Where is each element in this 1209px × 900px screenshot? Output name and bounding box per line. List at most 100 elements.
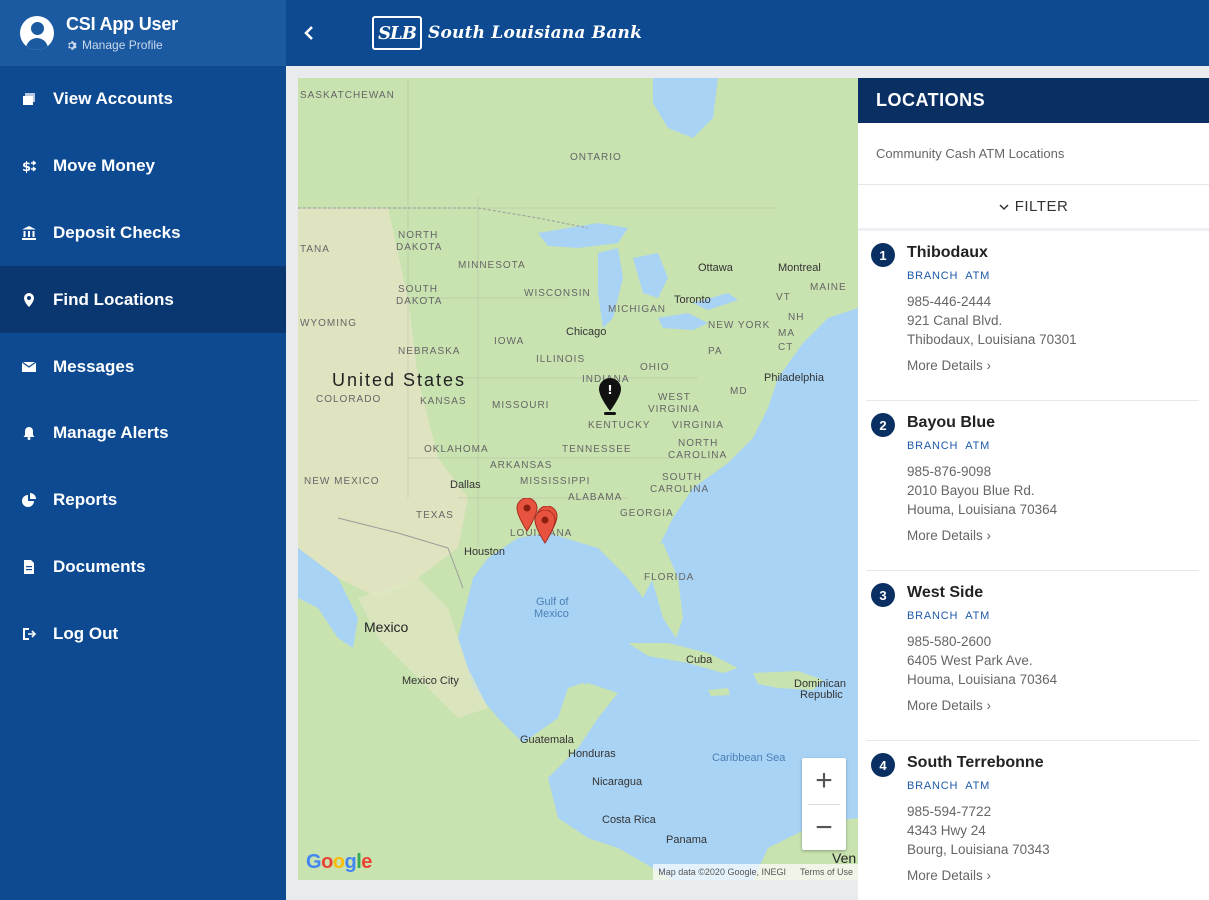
location-name: Thibodaux <box>907 244 988 261</box>
map-label-south-dakota-2: DAKOTA <box>396 296 443 307</box>
location-phone[interactable]: 985-876-9098 <box>907 462 1209 481</box>
location-tags: BRANCH ATM <box>907 270 1209 282</box>
sidebar-item-manage-alerts[interactable]: Manage Alerts <box>0 400 286 467</box>
map-label-alabama: ALABAMA <box>568 492 623 503</box>
map-attribution: Map data ©2020 Google, INEGI Terms of Us… <box>653 864 858 880</box>
profile-name: CSI App User <box>66 14 178 34</box>
map-zoom-control: + − <box>802 758 846 850</box>
location-tag: BRANCH <box>907 780 959 792</box>
location-tags: BRANCH ATM <box>907 440 1209 452</box>
map-city-toronto: Toronto <box>674 294 711 306</box>
profile-header[interactable]: CSI App User Manage Profile <box>0 0 286 66</box>
chevron-right-icon: › <box>986 698 992 713</box>
bell-icon <box>22 425 36 441</box>
location-name: South Terrebonne <box>907 754 1044 771</box>
sidebar-item-label: Move Money <box>53 156 156 176</box>
map-label-oklahoma: OKLAHOMA <box>424 444 489 455</box>
bank-icon <box>22 225 36 241</box>
location-phone[interactable]: 985-446-2444 <box>907 292 1209 311</box>
location-number: 1 <box>871 243 895 267</box>
location-name: Bayou Blue <box>907 414 996 431</box>
map-label-md: MD <box>730 386 748 397</box>
location-address-line2: Thibodaux, Louisiana 70301 <box>907 332 1077 347</box>
chevron-right-icon: › <box>986 868 992 883</box>
map-label-wyoming: WYOMING <box>300 318 357 329</box>
more-details-link[interactable]: More Details › <box>907 358 1209 373</box>
sidebar-item-move-money[interactable]: $ Move Money <box>0 133 286 200</box>
map-label-west-virginia-2: VIRGINIA <box>648 404 700 415</box>
map-city-dallas: Dallas <box>450 479 481 491</box>
location-tag: BRANCH <box>907 440 959 452</box>
map-label-costa-rica: Costa Rica <box>602 814 656 826</box>
location-marker-3-icon[interactable] <box>534 510 556 544</box>
sidebar-item-reports[interactable]: Reports <box>0 467 286 534</box>
map-label-vt: VT <box>776 292 791 303</box>
back-button[interactable] <box>286 0 332 66</box>
map[interactable]: SASKATCHEWAN ONTARIO TANA NORTH DAKOTA M… <box>298 78 858 880</box>
map-label-wisconsin: WISCONSIN <box>524 288 591 299</box>
sidebar-item-view-accounts[interactable]: View Accounts <box>0 66 286 133</box>
google-logo-letter: g <box>344 851 357 873</box>
bank-name: South Louisiana Bank <box>428 23 643 43</box>
sidebar-item-deposit-checks[interactable]: Deposit Checks <box>0 200 286 267</box>
map-label-ontario: ONTARIO <box>570 152 622 163</box>
more-details-link[interactable]: More Details › <box>907 698 1209 713</box>
more-details-label: More Details <box>907 358 983 373</box>
sidebar-item-label: Manage Alerts <box>53 423 169 443</box>
location-item[interactable]: 1 Thibodaux BRANCH ATM 985-446-2444 921 C… <box>858 231 1209 401</box>
bank-logo: SLB South Louisiana Bank <box>372 16 642 50</box>
envelope-icon <box>22 359 36 375</box>
chevron-left-icon <box>304 26 313 40</box>
sidebar-item-label: View Accounts <box>53 89 173 109</box>
map-label-florida: FLORIDA <box>644 572 695 583</box>
map-label-kentucky: KENTUCKY <box>588 420 651 431</box>
map-label-cuba: Cuba <box>686 654 713 666</box>
map-label-new-mexico: NEW MEXICO <box>304 476 380 487</box>
sidebar-item-documents[interactable]: Documents <box>0 534 286 601</box>
locations-panel: LOCATIONS Community Cash ATM Locations F… <box>858 78 1209 900</box>
svg-text:$: $ <box>22 160 31 173</box>
chevron-down-icon <box>999 203 1009 210</box>
filter-button[interactable]: FILTER <box>858 185 1209 231</box>
user-location-pin-icon[interactable]: ! <box>598 378 622 416</box>
map-label-nh: NH <box>788 312 805 323</box>
more-details-label: More Details <box>907 528 983 543</box>
map-label-michigan: MICHIGAN <box>608 304 666 315</box>
google-logo: Google <box>306 851 372 874</box>
location-item[interactable]: 2 Bayou Blue BRANCH ATM 985-876-9098 2010… <box>858 401 1209 571</box>
location-phone[interactable]: 985-594-7722 <box>907 802 1209 821</box>
location-pin-icon <box>22 292 36 308</box>
location-address-line1: 2010 Bayou Blue Rd. <box>907 483 1035 498</box>
sidebar-item-log-out[interactable]: Log Out <box>0 600 286 667</box>
map-city-houston: Houston <box>464 546 505 558</box>
map-label-north-carolina-1: NORTH <box>678 438 719 449</box>
map-city-chicago: Chicago <box>566 326 607 338</box>
sidebar: CSI App User Manage Profile View Account… <box>0 0 286 900</box>
map-label-pa: PA <box>708 346 723 357</box>
location-address-line2: Bourg, Louisiana 70343 <box>907 842 1050 857</box>
sidebar-item-label: Log Out <box>53 623 119 643</box>
more-details-link[interactable]: More Details › <box>907 528 1209 543</box>
map-label-montana: TANA <box>300 244 330 255</box>
more-details-label: More Details <box>907 698 983 713</box>
zoom-out-button[interactable]: − <box>802 805 846 851</box>
sidebar-item-label: Find Locations <box>53 289 174 309</box>
location-tag: ATM <box>965 610 991 622</box>
google-logo-letter: G <box>306 851 322 873</box>
location-phone[interactable]: 985-580-2600 <box>907 632 1209 651</box>
location-address-line1: 6405 West Park Ave. <box>907 653 1033 668</box>
location-item[interactable]: 3 West Side BRANCH ATM 985-580-2600 6405 … <box>858 571 1209 741</box>
map-terms-link[interactable]: Terms of Use <box>800 867 853 877</box>
sidebar-item-messages[interactable]: Messages <box>0 333 286 400</box>
panel-title: LOCATIONS <box>858 78 1209 123</box>
zoom-in-button[interactable]: + <box>802 758 846 804</box>
map-label-mississippi: MISSISSIPPI <box>520 476 591 487</box>
manage-profile-link[interactable]: Manage Profile <box>66 38 178 52</box>
location-item[interactable]: 4 South Terrebonne BRANCH ATM 985-594-772… <box>858 741 1209 900</box>
filter-label: FILTER <box>1014 198 1069 215</box>
more-details-link[interactable]: More Details › <box>907 868 1209 883</box>
svg-text:!: ! <box>607 383 612 397</box>
gear-icon <box>68 40 77 50</box>
logout-icon <box>22 626 36 642</box>
sidebar-item-find-locations[interactable]: Find Locations <box>0 266 286 334</box>
